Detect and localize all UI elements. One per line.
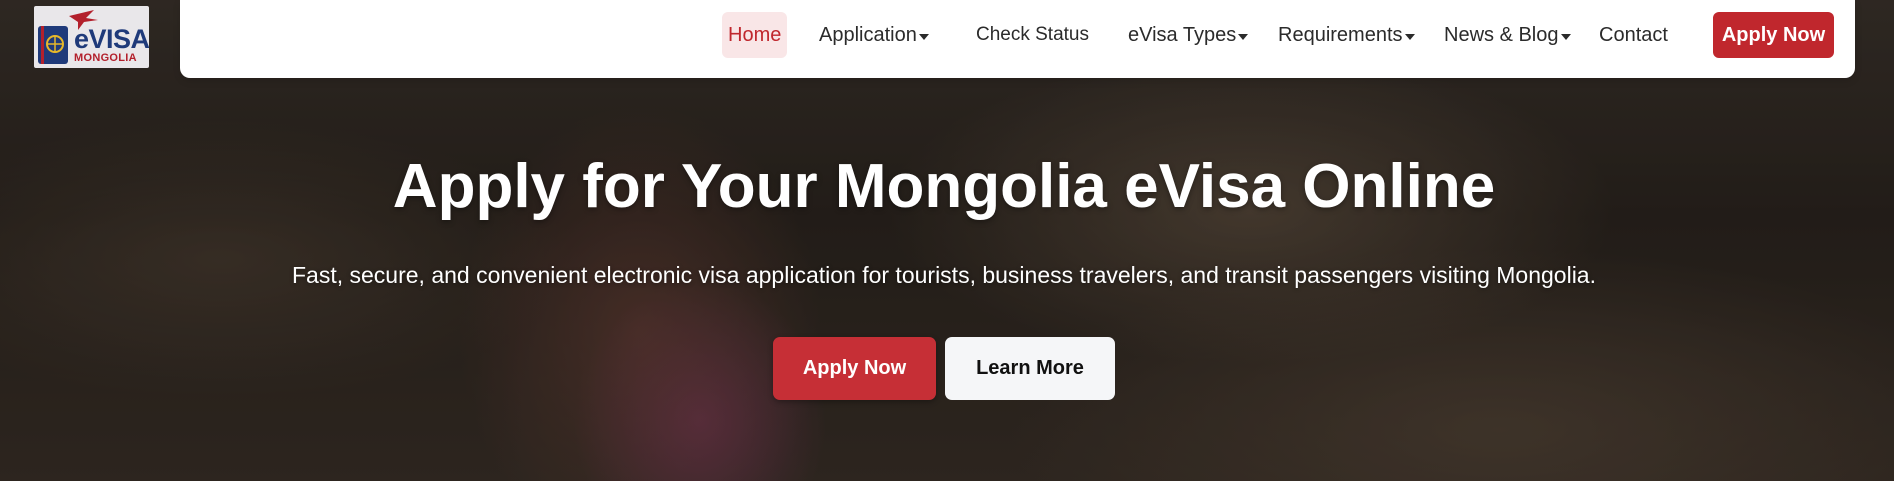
hero-subtitle: Fast, secure, and convenient electronic … — [292, 262, 1596, 288]
caret-down-icon — [918, 33, 929, 40]
nav-item-requirements[interactable]: Requirements — [1278, 12, 1415, 58]
logo-text: eVISA — [74, 24, 150, 54]
caret-down-icon — [1238, 33, 1249, 40]
hero-apply-now-button[interactable]: Apply Now — [773, 337, 936, 400]
caret-down-icon — [1404, 33, 1415, 40]
nav-item-label: Contact — [1599, 23, 1668, 46]
main-navbar: Home Application Check Status eVisa Type… — [180, 0, 1855, 78]
nav-item-label: eVisa Types — [1128, 23, 1237, 46]
nav-item-news-blog[interactable]: News & Blog — [1444, 12, 1571, 58]
nav-item-evisa-types[interactable]: eVisa Types — [1128, 12, 1249, 58]
nav-item-label: Home — [728, 23, 782, 46]
site-logo[interactable]: eVISA MONGOLIA — [34, 6, 150, 68]
hero-learn-more-button[interactable]: Learn More — [945, 337, 1115, 400]
logo-subtext: MONGOLIA — [74, 52, 137, 64]
nav-item-application[interactable]: Application — [819, 12, 929, 58]
caret-down-icon — [1560, 33, 1571, 40]
hero-title: Apply for Your Mongolia eVisa Online — [392, 152, 1496, 221]
nav-item-label: Requirements — [1278, 23, 1403, 46]
nav-item-check-status[interactable]: Check Status — [976, 12, 1089, 58]
nav-apply-now-button[interactable]: Apply Now — [1713, 12, 1834, 58]
nav-item-contact[interactable]: Contact — [1599, 12, 1668, 58]
nav-item-label: Check Status — [976, 24, 1089, 45]
nav-item-home[interactable]: Home — [722, 12, 788, 58]
nav-item-label: Application — [819, 23, 917, 46]
nav-item-label: News & Blog — [1444, 23, 1559, 46]
